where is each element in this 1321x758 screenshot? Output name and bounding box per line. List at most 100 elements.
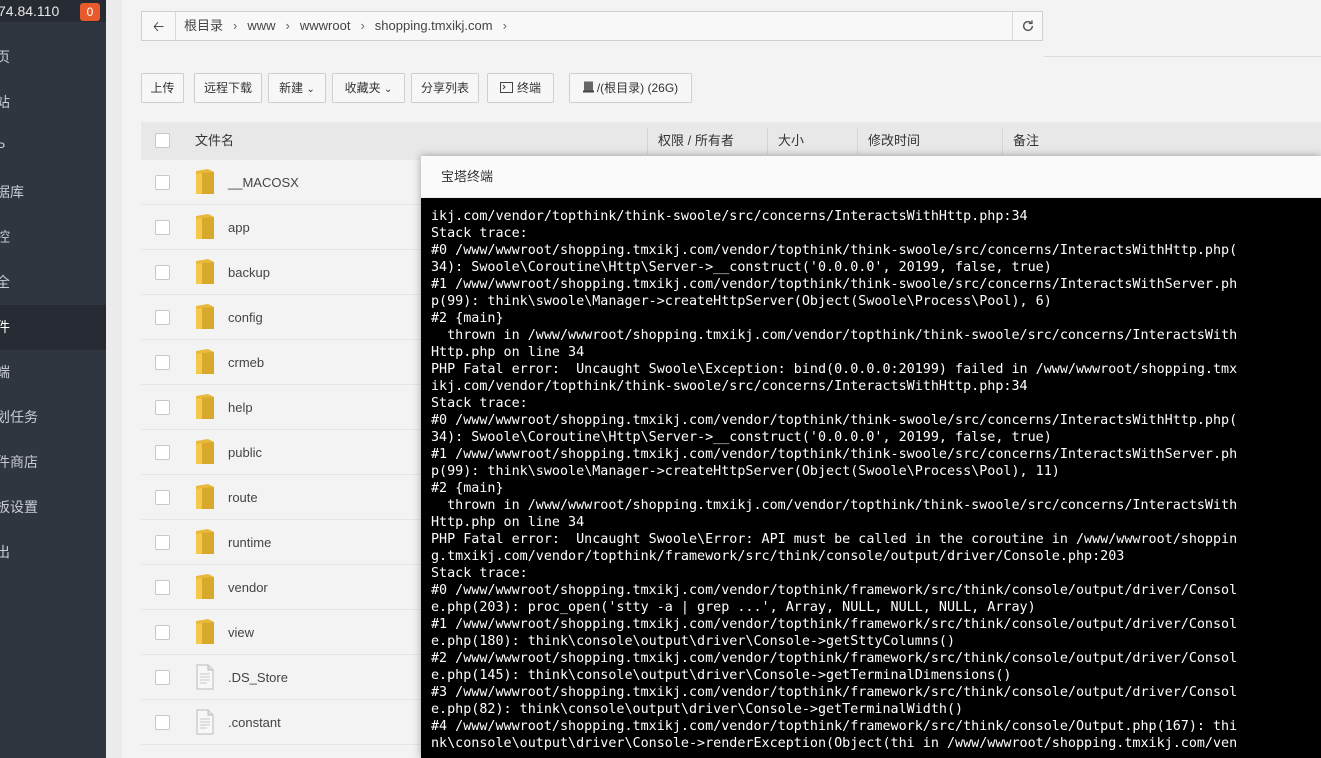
terminal-button[interactable]: 终端 <box>487 73 554 103</box>
sidebar-item[interactable]: 件 <box>0 305 106 350</box>
folder-icon <box>194 303 216 331</box>
select-all-checkbox[interactable] <box>155 133 170 148</box>
column-divider <box>1002 128 1003 154</box>
file-table-header: 文件名 权限 / 所有者 大小 修改时间 备注 <box>141 122 1321 160</box>
divider <box>1044 56 1321 57</box>
row-checkbox[interactable] <box>155 400 170 415</box>
file-name[interactable]: crmeb <box>228 340 264 385</box>
row-checkbox[interactable] <box>155 670 170 685</box>
row-checkbox[interactable] <box>155 220 170 235</box>
sidebar-item[interactable]: 端 <box>0 350 106 395</box>
row-checkbox[interactable] <box>155 175 170 190</box>
row-checkbox[interactable] <box>155 355 170 370</box>
sidebar-item-label: 端 <box>0 364 10 380</box>
file-name[interactable]: .constant <box>228 700 281 745</box>
terminal-dialog: 宝塔终端 ikj.com/vendor/topthink/think-swool… <box>421 156 1321 758</box>
chevron-right-icon: › <box>502 18 507 33</box>
row-checkbox[interactable] <box>155 490 170 505</box>
file-name[interactable]: .DS_Store <box>228 655 288 700</box>
folder-icon <box>194 573 216 601</box>
disk-button[interactable]: /(根目录) (26G) <box>569 73 692 103</box>
file-name[interactable]: __MACOSX <box>228 160 299 205</box>
sidebar-item-label: 划任务 <box>0 409 38 425</box>
breadcrumb-root[interactable]: 根目录 <box>184 18 223 33</box>
header-filename[interactable]: 文件名 <box>195 122 234 160</box>
share-list-button[interactable]: 分享列表 <box>411 73 479 103</box>
sidebar-item[interactable]: 件商店 <box>0 440 106 485</box>
new-button-label: 新建 <box>279 81 304 95</box>
chevron-right-icon: › <box>285 18 290 33</box>
sidebar-item-label: 站 <box>0 94 10 110</box>
folder-icon <box>194 213 216 241</box>
sidebar-item[interactable]: 出 <box>0 530 106 575</box>
file-name[interactable]: route <box>228 475 258 520</box>
file-name[interactable]: runtime <box>228 520 271 565</box>
file-name[interactable]: backup <box>228 250 270 295</box>
sidebar-item-label: 出 <box>0 544 10 560</box>
new-button[interactable]: 新建 ⌄ <box>268 73 326 103</box>
disk-button-label: /(根目录) (26G) <box>596 81 679 95</box>
sidebar-item-label: 件商店 <box>0 454 38 470</box>
file-name[interactable]: config <box>228 295 263 340</box>
folder-icon <box>194 528 216 556</box>
notification-badge[interactable]: 0 <box>80 3 100 21</box>
breadcrumb: 根目录 › www › wwwroot › shopping.tmxikj.com › <box>184 12 517 40</box>
column-divider <box>767 128 768 154</box>
sidebar-menu: 页站 P 据库控全件端划任务件商店板设置出 <box>0 35 106 575</box>
breadcrumb-www[interactable]: www <box>247 18 275 33</box>
row-checkbox[interactable] <box>155 265 170 280</box>
sidebar-item[interactable]: 划任务 <box>0 395 106 440</box>
terminal-button-label: 终端 <box>516 81 541 95</box>
breadcrumb-wwwroot[interactable]: wwwroot <box>300 18 351 33</box>
back-button[interactable]: 🡠 <box>142 12 176 40</box>
row-checkbox[interactable] <box>155 715 170 730</box>
row-checkbox[interactable] <box>155 445 170 460</box>
header-mtime[interactable]: 修改时间 <box>868 122 920 160</box>
file-name[interactable]: vendor <box>228 565 268 610</box>
chevron-right-icon: › <box>233 18 238 33</box>
favorites-button-label: 收藏夹 <box>344 81 381 95</box>
folder-icon <box>194 168 216 196</box>
file-icon <box>194 708 216 736</box>
folder-icon <box>194 618 216 646</box>
breadcrumb-site[interactable]: shopping.tmxikj.com <box>375 18 493 33</box>
row-checkbox[interactable] <box>155 535 170 550</box>
remote-download-button[interactable]: 远程下载 <box>194 73 262 103</box>
dialog-title-bar[interactable]: 宝塔终端 <box>421 156 1321 198</box>
file-name[interactable]: view <box>228 610 254 655</box>
row-checkbox[interactable] <box>155 580 170 595</box>
header-size[interactable]: 大小 <box>778 122 804 160</box>
refresh-button[interactable] <box>1012 12 1042 40</box>
file-name[interactable]: public <box>228 430 262 475</box>
path-bar: 🡠 根目录 › www › wwwroot › shopping.tmxikj.com › <box>141 11 1043 41</box>
row-checkbox[interactable] <box>155 625 170 640</box>
favorites-button[interactable]: 收藏夹 ⌄ <box>332 73 405 103</box>
file-icon <box>194 663 216 691</box>
sidebar-item[interactable]: 控 <box>0 215 106 260</box>
folder-icon <box>194 393 216 421</box>
terminal-screen[interactable]: ikj.com/vendor/topthink/think-swoole/src… <box>421 198 1321 758</box>
row-checkbox[interactable] <box>155 310 170 325</box>
sidebar-item[interactable]: 据库 <box>0 170 106 215</box>
refresh-icon <box>1022 20 1033 32</box>
folder-icon <box>194 258 216 286</box>
header-note[interactable]: 备注 <box>1013 122 1039 160</box>
disk-icon <box>582 81 594 93</box>
sidebar-item[interactable]: 站 <box>0 80 106 125</box>
sidebar-item-label: P <box>0 139 6 155</box>
header-permission[interactable]: 权限 / 所有者 <box>658 122 734 160</box>
column-divider <box>857 128 858 154</box>
sidebar-item[interactable]: 板设置 <box>0 485 106 530</box>
sidebar-item[interactable]: P <box>0 125 106 170</box>
chevron-down-icon: ⌄ <box>306 84 315 95</box>
file-name[interactable]: help <box>228 385 253 430</box>
chevron-right-icon: › <box>360 18 365 33</box>
sidebar-item-label: 页 <box>0 49 10 65</box>
sidebar-item[interactable]: 页 <box>0 35 106 80</box>
arrow-left-icon: 🡠 <box>152 18 165 34</box>
sidebar-item[interactable]: 全 <box>0 260 106 305</box>
chevron-down-icon: ⌄ <box>383 84 393 95</box>
upload-button[interactable]: 上传 <box>141 73 184 103</box>
file-name[interactable]: app <box>228 205 250 250</box>
sidebar-item-label: 全 <box>0 274 10 290</box>
